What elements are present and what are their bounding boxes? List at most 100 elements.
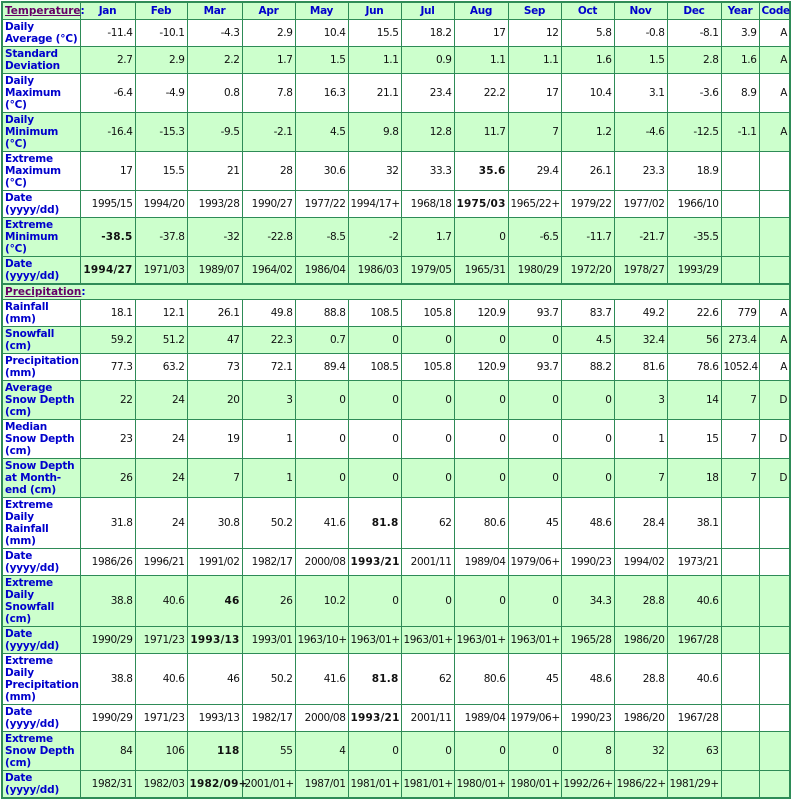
value-cell-jun: 0: [347, 731, 402, 771]
code-cell: A: [758, 73, 791, 113]
value-cell-aug: 1980/01+: [453, 770, 509, 799]
precipitation-row: Date (yyyy/dd) 1990/29 1971/23 1993/13 1993/…: [1, 626, 791, 654]
value-cell-aug: 11.7: [453, 112, 509, 152]
value-cell-nov: 1986/20: [613, 626, 668, 654]
value-cell-jul: 1963/01+: [400, 626, 455, 654]
value-cell-feb: 1971/03: [134, 256, 188, 285]
value-cell-jun: 9.8: [347, 112, 402, 152]
value-cell-jun: 108.5: [347, 299, 402, 327]
temperature-section-link[interactable]: Temperature: [5, 5, 81, 17]
value-cell-sep: 45: [507, 497, 562, 549]
value-cell-feb: 24: [134, 497, 188, 549]
value-cell-aug: 120.9: [453, 299, 509, 327]
value-cell-may: 10.2: [294, 575, 349, 627]
value-cell-mar: 21: [186, 151, 243, 191]
precipitation-row: Date (yyyy/dd) 1986/26 1996/21 1991/02 1982/…: [1, 548, 791, 576]
value-cell-oct: 1990/23: [560, 704, 615, 732]
value-cell-jan: 22: [79, 380, 136, 420]
value-cell-nov: 28.4: [613, 497, 668, 549]
value-cell-dec: -12.5: [666, 112, 722, 152]
value-cell-nov: 3.1: [613, 73, 668, 113]
value-cell-apr: 26: [241, 575, 296, 627]
value-cell-dec: 40.6: [666, 653, 722, 705]
value-cell-apr: -22.8: [241, 217, 296, 257]
value-cell-dec: 14: [666, 380, 722, 420]
code-cell: D: [758, 458, 791, 498]
code-cell: [758, 256, 791, 285]
value-cell-oct: 1.2: [560, 112, 615, 152]
month-header-jul: Jul: [400, 1, 455, 20]
value-cell-jun: 1994/17+: [347, 190, 402, 218]
value-cell-mar: 47: [186, 326, 243, 354]
value-cell-dec: 38.1: [666, 497, 722, 549]
value-cell-apr: 1: [241, 419, 296, 459]
value-cell-aug: 0: [453, 380, 509, 420]
value-cell-apr: 1982/17: [241, 704, 296, 732]
code-cell: [758, 704, 791, 732]
value-cell-apr: 1: [241, 458, 296, 498]
precipitation-section-link[interactable]: Precipitation: [5, 286, 81, 298]
value-cell-aug: 1965/31: [453, 256, 509, 285]
code-cell: A: [758, 19, 791, 47]
month-header-oct: Oct: [560, 1, 615, 20]
code-cell: [758, 653, 791, 705]
value-cell-feb: 40.6: [134, 575, 188, 627]
row-label: Extreme Maximum (°C): [1, 151, 81, 191]
value-cell-oct: 1992/26+: [560, 770, 615, 799]
value-cell-jun: 0: [347, 419, 402, 459]
colon: :: [81, 286, 86, 298]
value-cell-jun: 0: [347, 380, 402, 420]
value-cell-jan: 1994/27: [79, 256, 136, 285]
value-cell-apr: 50.2: [241, 497, 296, 549]
code-cell: [758, 626, 791, 654]
value-cell-sep: 45: [507, 653, 562, 705]
value-cell-may: 0.7: [294, 326, 349, 354]
value-cell-oct: 0: [560, 380, 615, 420]
value-cell-jan: 1990/29: [79, 704, 136, 732]
value-cell-dec: 18: [666, 458, 722, 498]
value-cell-may: 1977/22: [294, 190, 349, 218]
value-cell-apr: 55: [241, 731, 296, 771]
year-cell: 779: [720, 299, 760, 327]
precipitation-row: Extreme Snow Depth (cm) 84 106 118 55 4 0 0 0 0 8 3…: [1, 731, 791, 771]
value-cell-nov: -0.8: [613, 19, 668, 47]
value-cell-dec: 1993/29: [666, 256, 722, 285]
value-cell-may: 2000/08: [294, 548, 349, 576]
value-cell-may: 0: [294, 419, 349, 459]
value-cell-mar: 19: [186, 419, 243, 459]
row-label: Daily Maximum (°C): [1, 73, 81, 113]
code-cell: [758, 497, 791, 549]
row-label: Extreme Daily Rainfall (mm): [1, 497, 81, 549]
value-cell-feb: 1996/21: [134, 548, 188, 576]
code-cell: [758, 731, 791, 771]
value-cell-aug: 0: [453, 731, 509, 771]
year-cell: 3.9: [720, 19, 760, 47]
value-cell-aug: 0: [453, 217, 509, 257]
value-cell-nov: 7: [613, 458, 668, 498]
value-cell-nov: 23.3: [613, 151, 668, 191]
precipitation-row: Date (yyyy/dd) 1982/31 1982/03 1982/09+ 2001…: [1, 770, 791, 799]
temperature-row: Extreme Minimum (°C) -38.5 -37.8 -32 -22.8 -8…: [1, 217, 791, 257]
value-cell-jul: 0: [400, 326, 455, 354]
row-label: Extreme Daily Precipitation (mm): [1, 653, 81, 705]
value-cell-jun: 0: [347, 326, 402, 354]
value-cell-sep: 1963/01+: [507, 626, 562, 654]
value-cell-jan: -16.4: [79, 112, 136, 152]
year-cell: 7: [720, 458, 760, 498]
value-cell-oct: 83.7: [560, 299, 615, 327]
value-cell-nov: 1986/22+: [613, 770, 668, 799]
value-cell-jun: 15.5: [347, 19, 402, 47]
row-label: Extreme Minimum (°C): [1, 217, 81, 257]
value-cell-mar: 0.8: [186, 73, 243, 113]
value-cell-jan: 26: [79, 458, 136, 498]
value-cell-dec: 63: [666, 731, 722, 771]
value-cell-oct: 1.6: [560, 46, 615, 74]
value-cell-apr: 72.1: [241, 353, 296, 381]
value-cell-jan: 84: [79, 731, 136, 771]
year-cell: [720, 770, 760, 799]
code-cell: A: [758, 299, 791, 327]
month-header-aug: Aug: [453, 1, 509, 20]
value-cell-feb: 1971/23: [134, 626, 188, 654]
climate-normals-table: Temperature: Jan Feb Mar Apr May Jun Jul…: [1, 1, 791, 799]
value-cell-jun: 32: [347, 151, 402, 191]
